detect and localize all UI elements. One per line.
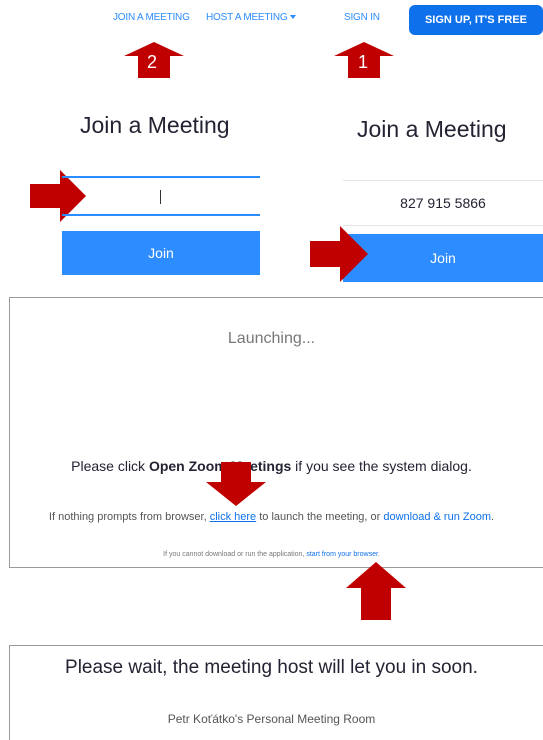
nothing-suffix: . xyxy=(491,511,495,523)
meeting-id-value: 827 915 5866 xyxy=(400,195,486,211)
instruction-suffix: if you see the system dialog. xyxy=(291,458,472,474)
right-panel-title: Join a Meeting xyxy=(357,116,507,142)
click-here-link[interactable]: click here xyxy=(210,511,256,523)
annotation-arrow-right-icon xyxy=(310,226,368,286)
left-join-button[interactable]: Join xyxy=(62,231,260,275)
meeting-id-input[interactable] xyxy=(62,176,260,216)
download-run-zoom-link[interactable]: download & run Zoom xyxy=(383,511,491,523)
cannot-prefix: If you cannot download or run the applic… xyxy=(163,551,307,558)
start-from-browser-link[interactable]: start from your browser xyxy=(306,551,378,558)
annotation-arrow-up-icon xyxy=(346,562,406,624)
launching-status: Launching... xyxy=(227,330,316,347)
nothing-prompts-line: If nothing prompts from browser, click h… xyxy=(0,511,543,523)
meeting-id-field[interactable]: 827 915 5866 xyxy=(343,180,543,226)
instruction-prefix: Please click xyxy=(71,458,149,474)
nav-host-meeting[interactable]: HOST A MEETING xyxy=(206,12,297,23)
chevron-down-icon xyxy=(290,15,297,20)
annotation-arrow-down-icon xyxy=(206,462,266,510)
left-panel-title: Join a Meeting xyxy=(80,112,230,138)
sign-up-button[interactable]: SIGN UP, IT'S FREE xyxy=(409,5,543,35)
waiting-title: Please wait, the meeting host will let y… xyxy=(65,657,478,678)
nav-sign-in[interactable]: SIGN IN xyxy=(344,12,380,23)
meeting-room-name: Petr Koťátko's Personal Meeting Room xyxy=(167,712,376,726)
nav-join-meeting[interactable]: JOIN A MEETING xyxy=(113,12,190,23)
nothing-middle: to launch the meeting, or xyxy=(256,511,384,523)
annotation-step-1: 1 xyxy=(358,52,369,72)
nav-host-meeting-label: HOST A MEETING xyxy=(206,12,288,23)
cannot-suffix: . xyxy=(377,551,380,558)
right-join-button[interactable]: Join xyxy=(343,234,543,282)
open-zoom-instruction: Please click Open Zoom Meetings if you s… xyxy=(0,458,543,474)
text-cursor xyxy=(160,190,161,204)
annotation-step-2: 2 xyxy=(147,52,158,72)
cannot-download-line: If you cannot download or run the applic… xyxy=(0,551,543,558)
nothing-prefix: If nothing prompts from browser, xyxy=(48,511,210,523)
